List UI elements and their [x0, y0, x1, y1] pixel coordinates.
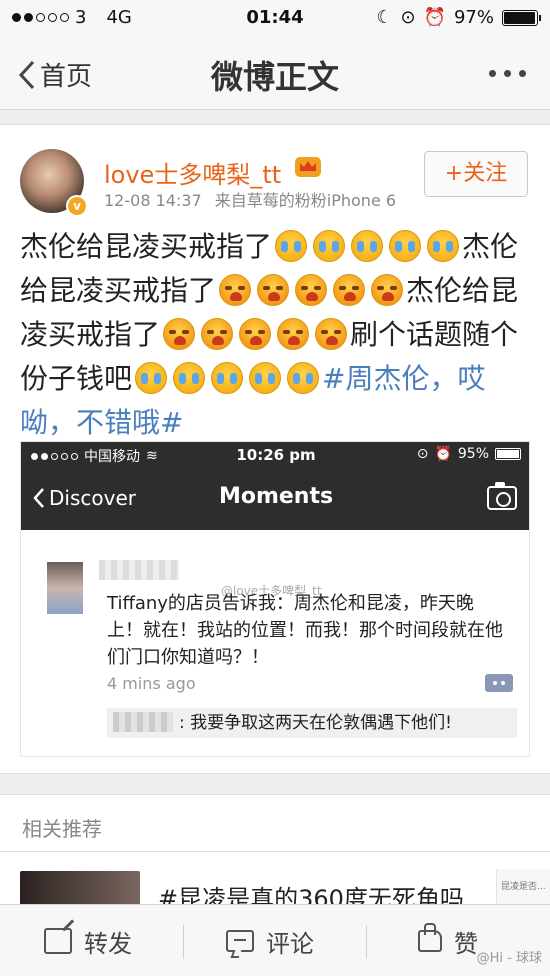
username[interactable]: love士多啤梨_tt — [104, 155, 281, 190]
shouting-emoji-icon — [201, 318, 234, 350]
repost-icon — [44, 928, 72, 954]
shouting-emoji-icon — [163, 318, 196, 350]
alarm-icon: ⏰ — [423, 7, 446, 28]
shouting-emoji-icon — [371, 274, 404, 306]
moment-time-ago: 4 mins ago — [107, 674, 196, 693]
post-time: 12-08 14:37 — [104, 191, 202, 210]
moment-reply: : 我要争取这两天在伦敦偶遇下他们! — [107, 708, 517, 738]
blurred-name — [99, 560, 179, 580]
shouting-emoji-icon — [295, 274, 328, 306]
crying-emoji-icon — [313, 230, 346, 262]
post-source: 来自草莓的粉粉iPhone 6 — [214, 191, 397, 210]
crying-emoji-icon — [389, 230, 422, 262]
crying-emoji-icon — [135, 362, 168, 394]
divider — [366, 925, 367, 959]
thumbs-up-icon — [418, 923, 442, 952]
comment-bubble-icon — [485, 674, 513, 692]
crying-emoji-icon — [427, 230, 460, 262]
crying-emoji-icon — [211, 362, 244, 394]
lock-rotation-icon: ⊙ — [400, 7, 416, 28]
image-watermark: @Hi - 球球 — [476, 951, 542, 966]
crying-emoji-icon — [287, 362, 320, 394]
shouting-emoji-icon — [239, 318, 272, 350]
shouting-emoji-icon — [219, 274, 252, 306]
post-text-line: 杰伦给昆凌买戒指了 — [20, 230, 273, 263]
shouting-emoji-icon — [333, 274, 366, 306]
crying-emoji-icon — [249, 362, 282, 394]
avatar[interactable]: v — [20, 149, 88, 217]
page-title: 微博正文 — [210, 58, 339, 96]
crying-emoji-icon — [351, 230, 384, 262]
camera-icon — [487, 482, 517, 510]
related-section: 相关推荐 #昆凌是真的360度无死角吗 昆凌是否... — [0, 794, 550, 915]
repost-label: 转发 — [84, 929, 132, 958]
crying-emoji-icon — [275, 230, 308, 262]
comment-label: 评论 — [266, 929, 314, 958]
battery-percent: 97% — [453, 7, 494, 28]
bottom-action-bar: 转发 评论 赞 @Hi - 球球 — [0, 904, 550, 976]
shouting-emoji-icon — [257, 274, 290, 306]
divider — [0, 851, 550, 852]
related-title: 相关推荐 — [22, 817, 102, 841]
nav-bar: 首页 微博正文 — [0, 36, 550, 110]
moment-avatar — [47, 562, 83, 614]
post-meta: 12-08 14:37 来自草莓的粉粉iPhone 6 — [104, 187, 396, 211]
battery-icon — [502, 9, 541, 26]
embedded-battery-percent: 95% — [457, 446, 489, 462]
moon-icon: ☾ — [376, 7, 393, 28]
shouting-emoji-icon — [277, 318, 310, 350]
alarm-icon: ⏰ — [434, 446, 452, 462]
status-bar: 3 4G 01:44 ☾ ⊙ ⏰ 97% — [0, 0, 550, 36]
comment-icon — [226, 930, 254, 952]
crying-emoji-icon — [173, 362, 206, 394]
like-label: 赞 — [454, 929, 478, 958]
lock-rotation-icon: ⊙ — [416, 446, 429, 462]
crown-icon — [295, 157, 321, 177]
post-image[interactable]: 中国移动 ≋ 10:26 pm ⊙ ⏰ 95% Discover Moments… — [20, 441, 530, 757]
follow-button[interactable]: +关注 — [424, 151, 528, 197]
moment-reply-text: : 我要争取这两天在伦敦偶遇下他们! — [179, 713, 452, 733]
comment-button[interactable]: 评论 — [226, 905, 314, 976]
divider — [183, 925, 184, 959]
embedded-title: Moments — [218, 484, 334, 509]
shouting-emoji-icon — [315, 318, 348, 350]
post-card: v love士多啤梨_tt 12-08 14:37 来自草莓的粉粉iPhone … — [0, 124, 550, 774]
verified-badge-icon: v — [66, 195, 88, 217]
repost-button[interactable]: 转发 — [44, 905, 132, 976]
blurred-name — [113, 712, 173, 732]
more-button[interactable] — [489, 70, 526, 77]
embedded-header: 中国移动 ≋ 10:26 pm ⊙ ⏰ 95% Discover Moments — [21, 442, 529, 530]
moment-text: Tiffany的店员告诉我：周杰伦和昆凌，昨天晚上！就在！我站的位置！而我！那个… — [107, 593, 503, 668]
battery-icon — [495, 448, 521, 460]
post-text: 杰伦给昆凌买戒指了 杰伦给昆凌买戒指了 杰伦给昆凌买戒指了 刷个话题随个份子钱吧 #周杰… — [20, 225, 530, 445]
like-button[interactable]: 赞 — [418, 905, 478, 976]
